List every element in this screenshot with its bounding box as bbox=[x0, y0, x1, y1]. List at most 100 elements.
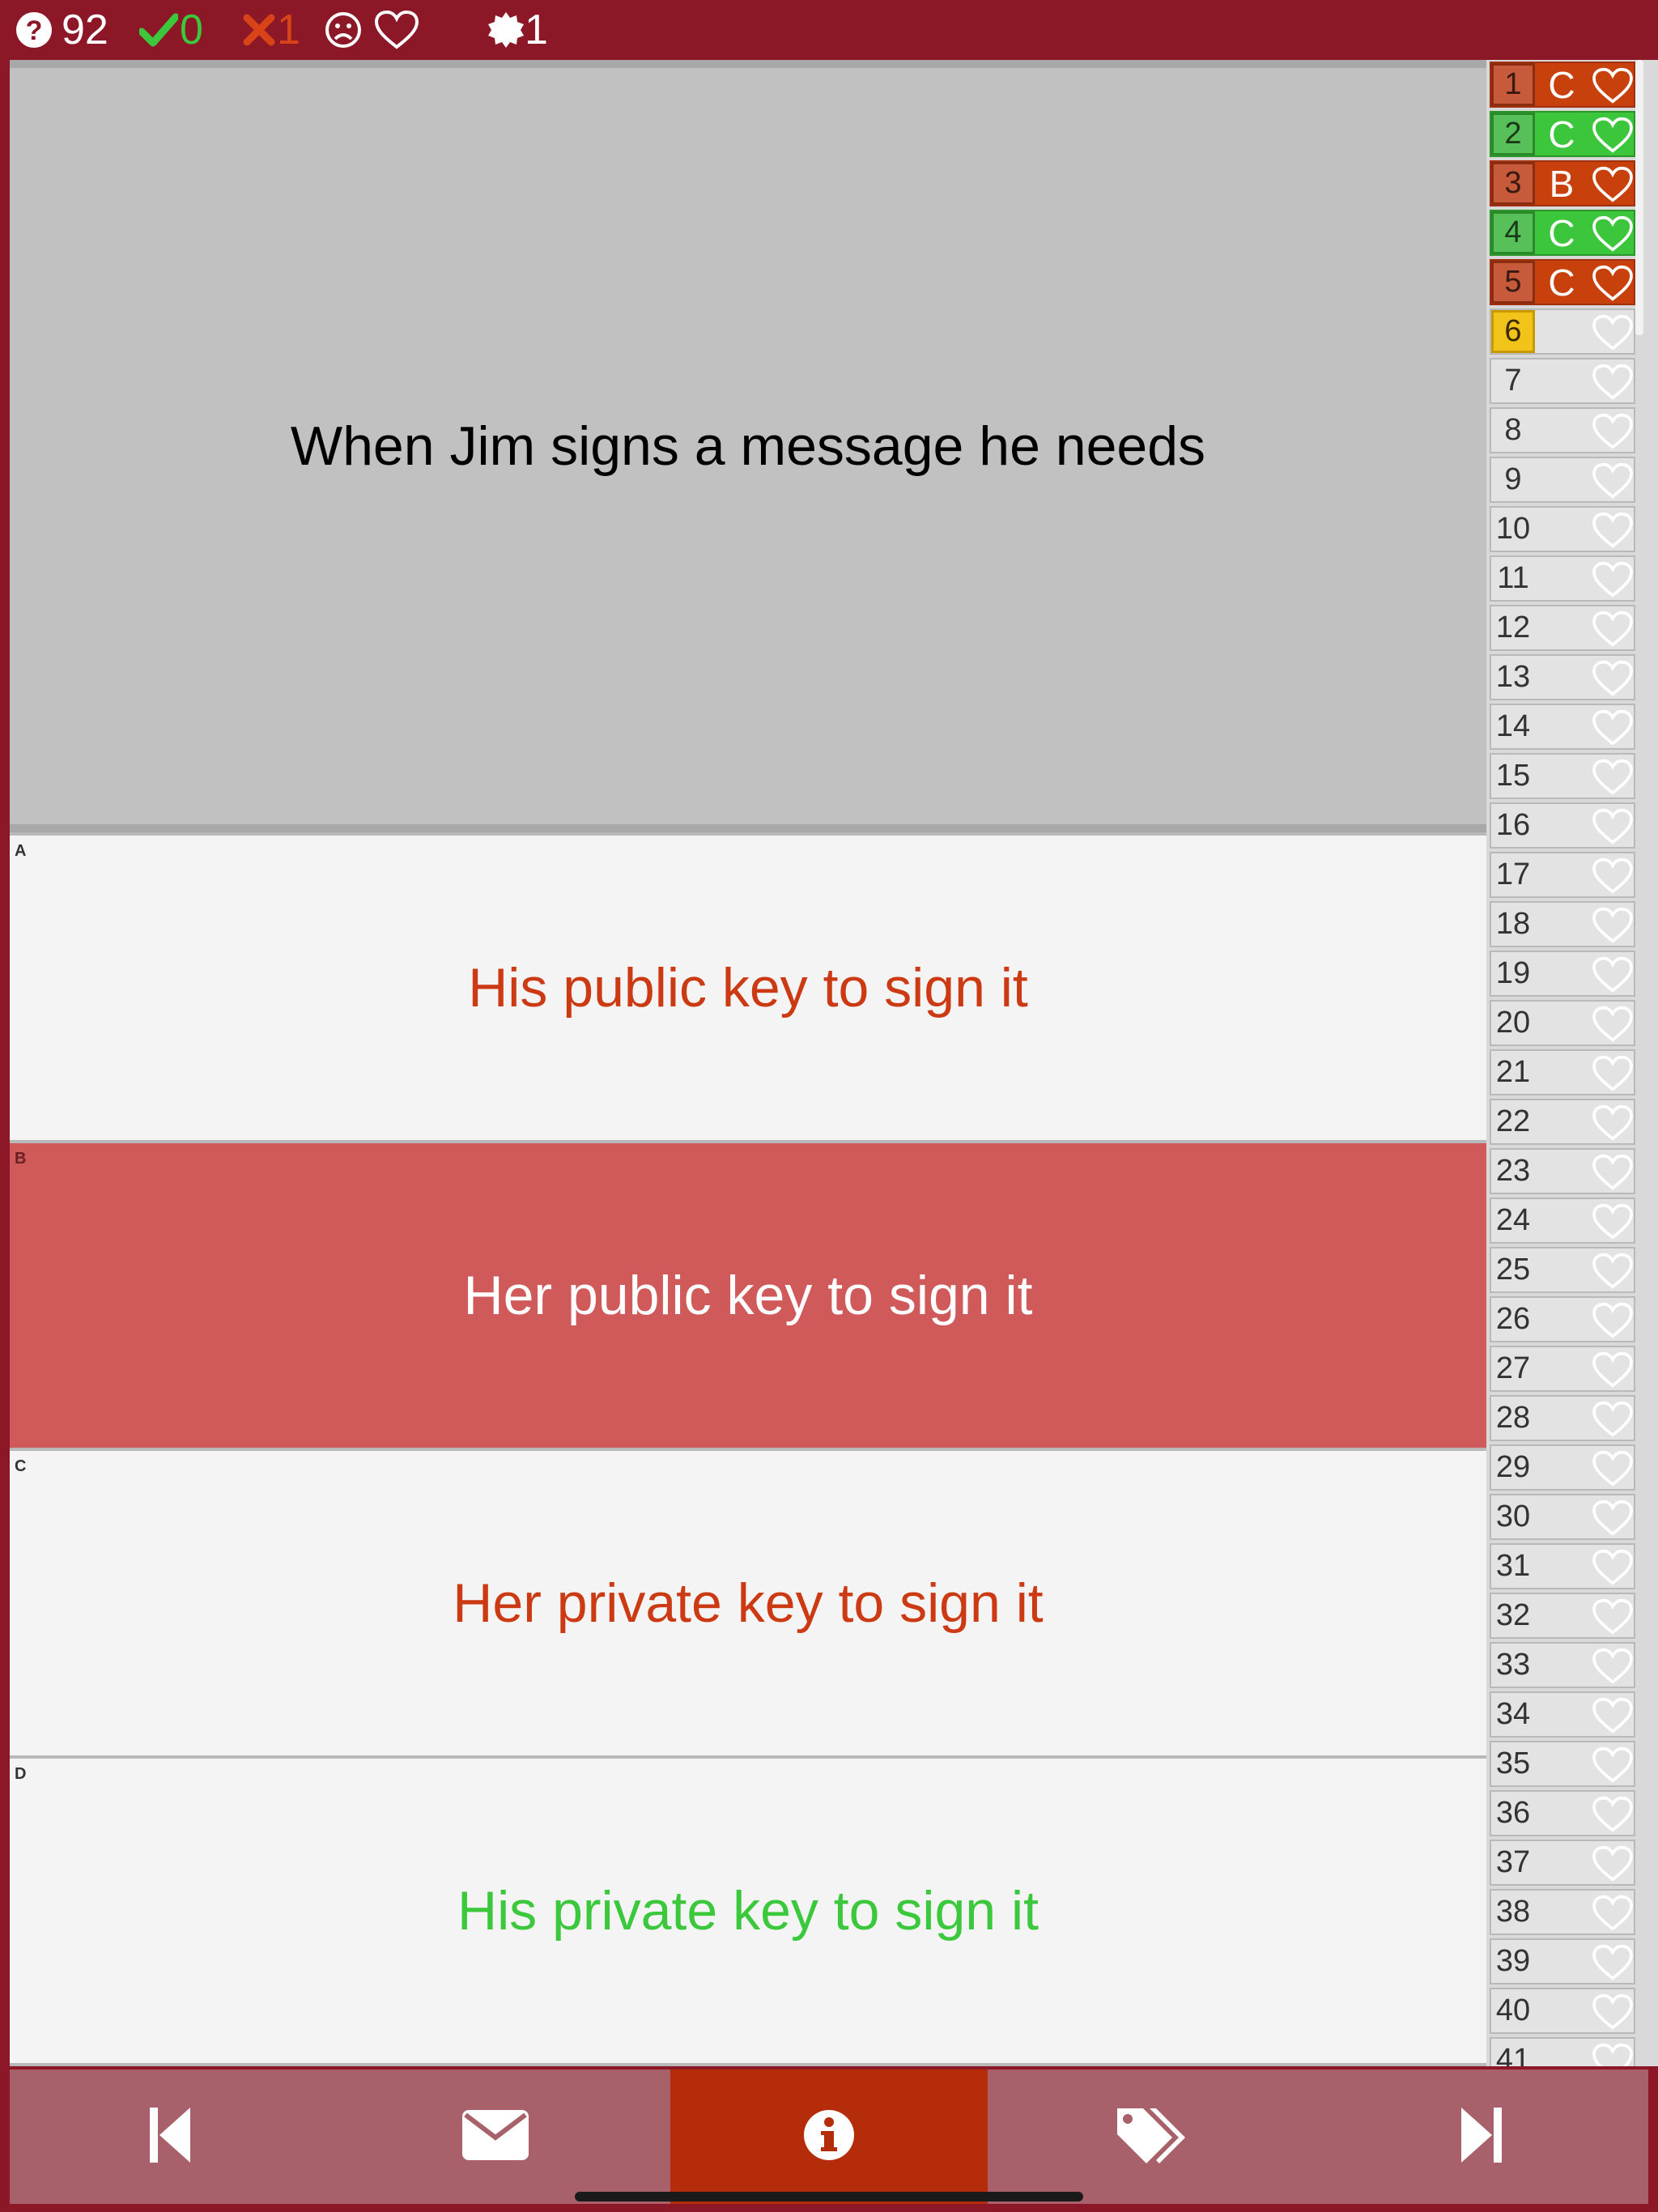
progress-row[interactable]: 38 bbox=[1490, 1889, 1635, 1935]
heart-icon[interactable] bbox=[1592, 956, 1634, 998]
progress-row[interactable]: 27 bbox=[1490, 1346, 1635, 1392]
heart-icon[interactable] bbox=[1592, 610, 1634, 652]
heart-icon[interactable] bbox=[1592, 709, 1634, 751]
progress-row[interactable]: 24 bbox=[1490, 1197, 1635, 1244]
progress-row[interactable]: 16 bbox=[1490, 802, 1635, 849]
heart-icon[interactable] bbox=[1592, 265, 1634, 306]
info-button[interactable] bbox=[670, 2069, 988, 2204]
progress-row[interactable]: 26 bbox=[1490, 1296, 1635, 1342]
heart-icon[interactable] bbox=[1592, 462, 1634, 504]
answer-d[interactable]: D His private key to sign it bbox=[10, 1759, 1486, 2063]
heart-icon[interactable] bbox=[1592, 117, 1634, 158]
home-indicator[interactable] bbox=[575, 2192, 1083, 2201]
heart-icon[interactable] bbox=[1592, 1697, 1634, 1738]
progress-row[interactable]: 5C bbox=[1490, 259, 1635, 305]
heart-icon[interactable] bbox=[1592, 1845, 1634, 1887]
tags-button[interactable] bbox=[988, 2069, 1315, 2204]
progress-row[interactable]: 36 bbox=[1490, 1790, 1635, 1836]
progress-row[interactable]: 17 bbox=[1490, 852, 1635, 898]
progress-row[interactable]: 33 bbox=[1490, 1642, 1635, 1688]
progress-row[interactable]: 13 bbox=[1490, 654, 1635, 700]
question-progress-list[interactable]: 1 C 2 C 3 B 4 C 5 C 6 7 8 9 10 11 12 13 14 15 16 17 18 19 20 21 22… bbox=[1486, 60, 1658, 2066]
heart-icon[interactable] bbox=[1592, 808, 1634, 849]
progress-row[interactable]: 20 bbox=[1490, 1000, 1635, 1046]
heart-icon[interactable] bbox=[1592, 67, 1634, 108]
progress-row[interactable]: 40 bbox=[1490, 1988, 1635, 2034]
progress-row[interactable]: 7 bbox=[1490, 358, 1635, 404]
progress-row[interactable]: 39 bbox=[1490, 1938, 1635, 1984]
heart-icon[interactable] bbox=[1592, 166, 1634, 207]
progress-row[interactable]: 10 bbox=[1490, 506, 1635, 552]
heart-icon[interactable] bbox=[1592, 759, 1634, 800]
progress-row[interactable]: 6 bbox=[1490, 308, 1635, 355]
answer-c[interactable]: C Her private key to sign it bbox=[10, 1451, 1486, 1755]
previous-button[interactable] bbox=[10, 2069, 330, 2204]
progress-row[interactable]: 37 bbox=[1490, 1840, 1635, 1886]
progress-row[interactable]: 31 bbox=[1490, 1543, 1635, 1589]
heart-icon[interactable] bbox=[1592, 1055, 1634, 1096]
answer-b[interactable]: B Her public key to sign it bbox=[10, 1143, 1486, 1448]
progress-row[interactable]: 30 bbox=[1490, 1494, 1635, 1540]
progress-row[interactable]: 29 bbox=[1490, 1444, 1635, 1491]
heart-icon[interactable] bbox=[1592, 413, 1634, 454]
heart-icon[interactable] bbox=[1592, 1401, 1634, 1442]
progress-row[interactable]: 11 bbox=[1490, 555, 1635, 602]
progress-row[interactable]: 41 bbox=[1490, 2037, 1635, 2066]
heart-icon[interactable] bbox=[1592, 660, 1634, 701]
progress-row[interactable]: 19 bbox=[1490, 951, 1635, 997]
progress-row[interactable]: 8 bbox=[1490, 407, 1635, 453]
progress-row[interactable]: 15 bbox=[1490, 753, 1635, 799]
heart-icon[interactable] bbox=[1592, 1203, 1634, 1244]
next-button[interactable] bbox=[1315, 2069, 1648, 2204]
progress-row[interactable]: 14 bbox=[1490, 704, 1635, 750]
heart-icon[interactable] bbox=[1592, 1895, 1634, 1936]
progress-row[interactable]: 34 bbox=[1490, 1691, 1635, 1738]
heart-icon[interactable] bbox=[1592, 1302, 1634, 1343]
progress-row[interactable]: 18 bbox=[1490, 901, 1635, 947]
heart-icon[interactable] bbox=[1592, 1253, 1634, 1294]
progress-row[interactable]: 28 bbox=[1490, 1395, 1635, 1441]
heart-icon[interactable] bbox=[1592, 2043, 1634, 2066]
heart-icon[interactable] bbox=[1592, 314, 1634, 355]
progress-row[interactable]: 23 bbox=[1490, 1148, 1635, 1194]
heart-icon[interactable] bbox=[1592, 857, 1634, 899]
progress-row[interactable]: 22 bbox=[1490, 1099, 1635, 1145]
sad-face-icon[interactable] bbox=[324, 0, 363, 60]
badge-count[interactable]: 1 bbox=[487, 0, 548, 60]
progress-row[interactable]: 21 bbox=[1490, 1049, 1635, 1095]
heart-icon[interactable] bbox=[1592, 1796, 1634, 1837]
answer-a[interactable]: A His public key to sign it bbox=[10, 836, 1486, 1140]
heart-icon[interactable] bbox=[1592, 1450, 1634, 1491]
heart-icon[interactable] bbox=[374, 0, 419, 60]
heart-icon[interactable] bbox=[1592, 1746, 1634, 1788]
heart-icon[interactable] bbox=[1592, 1104, 1634, 1146]
heart-icon[interactable] bbox=[1592, 561, 1634, 602]
heart-icon[interactable] bbox=[1592, 1598, 1634, 1640]
heart-icon[interactable] bbox=[1592, 1648, 1634, 1689]
progress-row[interactable]: 9 bbox=[1490, 457, 1635, 503]
heart-icon[interactable] bbox=[1592, 512, 1634, 553]
heart-icon[interactable] bbox=[1592, 1944, 1634, 1985]
heart-icon[interactable] bbox=[1592, 1993, 1634, 2035]
progress-row[interactable]: 3B bbox=[1490, 160, 1635, 206]
heart-icon[interactable] bbox=[1592, 1154, 1634, 1195]
heart-icon[interactable] bbox=[1592, 364, 1634, 405]
progress-row[interactable]: 25 bbox=[1490, 1247, 1635, 1293]
question-count[interactable]: ? 92 bbox=[15, 0, 108, 60]
heart-icon[interactable] bbox=[1592, 1499, 1634, 1541]
wrong-count[interactable]: 1 bbox=[243, 0, 300, 60]
heart-icon[interactable] bbox=[1592, 215, 1634, 257]
progress-row[interactable]: 1C bbox=[1490, 62, 1635, 108]
scrollbar[interactable] bbox=[1635, 60, 1643, 335]
correct-count[interactable]: 0 bbox=[139, 0, 203, 60]
mail-button[interactable] bbox=[330, 2069, 661, 2204]
heart-icon[interactable] bbox=[1592, 907, 1634, 948]
heart-icon[interactable] bbox=[1592, 1351, 1634, 1393]
heart-icon[interactable] bbox=[1592, 1549, 1634, 1590]
progress-row[interactable]: 35 bbox=[1490, 1741, 1635, 1787]
progress-row[interactable]: 12 bbox=[1490, 605, 1635, 651]
heart-icon[interactable] bbox=[1592, 1006, 1634, 1047]
progress-row[interactable]: 32 bbox=[1490, 1593, 1635, 1639]
progress-row[interactable]: 4C bbox=[1490, 210, 1635, 256]
progress-row[interactable]: 2C bbox=[1490, 111, 1635, 157]
